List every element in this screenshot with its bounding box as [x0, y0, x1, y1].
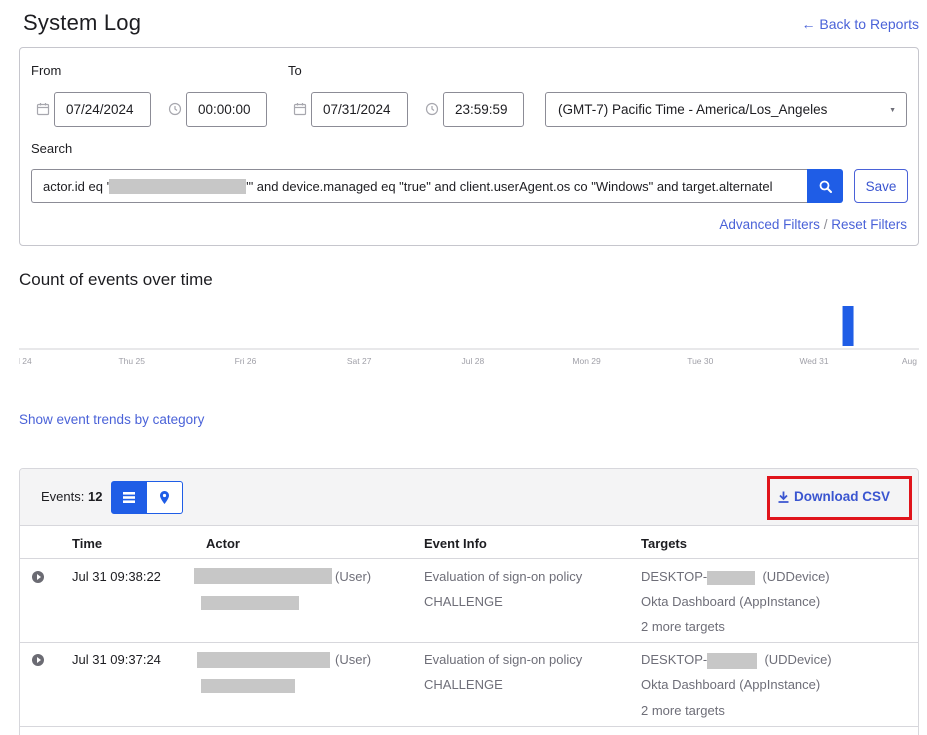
clock-icon	[168, 102, 182, 116]
event-time: Jul 31 09:37:24	[72, 652, 161, 667]
table-row[interactable]: Jul 31 09:37:24 (User) Evaluation of sig…	[20, 643, 918, 727]
x-tick-label: l 24	[19, 356, 32, 366]
chevron-down-icon: ▼	[889, 107, 896, 114]
event-description: Evaluation of sign-on policy	[424, 569, 583, 584]
x-tick-label: Fri 26	[235, 356, 257, 366]
x-tick-label: Thu 25	[118, 356, 145, 366]
calendar-icon	[36, 103, 50, 116]
timezone-select[interactable]: (GMT-7) Pacific Time - America/Los_Angel…	[545, 92, 907, 127]
search-query-prefix: actor.id eq '	[43, 178, 110, 194]
reset-filters-link[interactable]: Reset Filters	[831, 217, 907, 232]
from-date-input[interactable]: 07/24/2024	[54, 92, 151, 127]
calendar-icon	[293, 103, 307, 116]
target-device-name: DESKTOP-	[641, 569, 708, 584]
actor-type: (User)	[335, 652, 372, 667]
target-device: DESKTOP- (UDDevice)	[641, 652, 832, 669]
x-tick-label: Wed 31	[799, 356, 828, 366]
x-tick-label: Aug	[902, 356, 917, 366]
events-toolbar: Events: 12 Download CSV	[20, 469, 918, 526]
actor-secondary	[201, 677, 295, 693]
redacted-block	[707, 652, 758, 669]
advanced-filters-link[interactable]: Advanced Filters	[719, 217, 820, 232]
filter-panel: From To 07/24/2024 00:00:00 07/31/2024 2…	[19, 47, 919, 246]
search-input[interactable]: actor.id eq ' '" and device.managed eq "…	[31, 169, 808, 203]
more-targets[interactable]: 2 more targets	[641, 619, 725, 634]
from-time-input[interactable]: 00:00:00	[186, 92, 267, 127]
x-tick-label: Jul 28	[462, 356, 485, 366]
event-time: Jul 31 09:38:22	[72, 569, 161, 584]
actor-secondary	[201, 594, 299, 610]
timezone-value: (GMT-7) Pacific Time - America/Los_Angel…	[558, 102, 828, 117]
target-device-name: DESKTOP-	[641, 652, 708, 667]
redacted-block	[109, 178, 247, 194]
search-label: Search	[31, 141, 73, 156]
event-description: Evaluation of sign-on policy	[424, 652, 583, 667]
download-csv-highlight: Download CSV	[767, 476, 912, 520]
events-over-time-chart: l 24 Thu 25 Fri 26 Sat 27 Jul 28 Mon 29 Tue 30…	[19, 306, 919, 366]
chart-bar[interactable]	[842, 306, 854, 346]
chart-title: Count of events over time	[19, 270, 213, 289]
events-count-value: 12	[87, 489, 103, 504]
clock-icon	[425, 102, 439, 116]
download-csv-label: Download CSV	[794, 489, 891, 504]
search-icon	[819, 180, 832, 193]
view-toggle	[111, 481, 183, 514]
save-button[interactable]: Save	[854, 169, 908, 203]
actor-name	[194, 567, 332, 584]
events-count: Events: 12	[41, 489, 102, 504]
column-header-targets: Targets	[641, 536, 687, 551]
from-label: From	[31, 63, 62, 78]
target-app: Okta Dashboard (AppInstance)	[641, 677, 821, 692]
list-view-button[interactable]	[111, 481, 147, 514]
column-header-time: Time	[72, 536, 103, 551]
x-tick-label: Tue 30	[687, 356, 713, 366]
expand-row-icon[interactable]	[32, 571, 44, 583]
to-label: To	[288, 63, 302, 78]
event-outcome: CHALLENGE	[424, 677, 503, 692]
search-button[interactable]	[807, 169, 843, 203]
list-icon	[123, 492, 135, 503]
target-device-type: (UDDevice)	[764, 652, 832, 667]
redacted-block	[201, 595, 299, 610]
more-targets[interactable]: 2 more targets	[641, 703, 725, 718]
to-time-input[interactable]: 23:59:59	[443, 92, 524, 127]
redacted-block	[707, 570, 756, 585]
expand-row-icon[interactable]	[32, 654, 44, 666]
events-count-label: Events:	[41, 489, 85, 504]
table-row[interactable]: Jul 31 09:38:22 (User) Evaluation of sig…	[20, 559, 918, 643]
download-csv-button[interactable]: Download CSV	[778, 489, 890, 504]
redacted-block	[194, 567, 332, 584]
search-query-suffix: '" and device.managed eq "true" and clie…	[246, 178, 773, 194]
x-tick-label: Mon 29	[572, 356, 601, 366]
filter-links: Advanced Filters / Reset Filters	[719, 217, 907, 232]
filter-links-separator: /	[823, 217, 828, 232]
event-outcome: CHALLENGE	[424, 594, 503, 609]
redacted-block	[201, 678, 295, 693]
map-pin-icon	[160, 491, 169, 504]
target-device: DESKTOP- (UDDevice)	[641, 569, 830, 585]
column-header-actor: Actor	[206, 536, 240, 551]
target-app: Okta Dashboard (AppInstance)	[641, 594, 821, 609]
back-to-reports-link[interactable]: ← Back to Reports	[802, 16, 920, 32]
events-panel: Events: 12 Download CSV Time Actor Event…	[19, 468, 919, 735]
download-icon	[778, 491, 789, 503]
show-event-trends-link[interactable]: Show event trends by category	[19, 412, 204, 427]
to-date-input[interactable]: 07/31/2024	[311, 92, 408, 127]
actor-type: (User)	[335, 569, 372, 584]
map-view-button[interactable]	[147, 481, 183, 514]
column-header-event-info: Event Info	[424, 536, 487, 551]
page-title: System Log	[23, 10, 142, 35]
target-device-type: (UDDevice)	[762, 569, 830, 584]
x-tick-label: Sat 27	[347, 356, 372, 366]
redacted-block	[197, 651, 330, 668]
actor-name	[197, 651, 330, 668]
